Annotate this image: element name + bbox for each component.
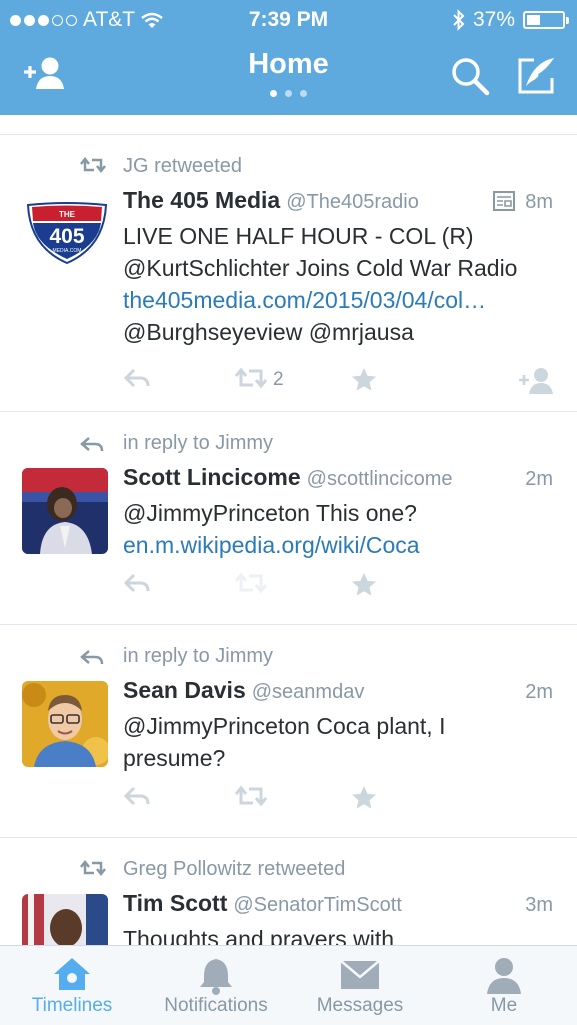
retweet-icon[interactable] xyxy=(234,785,268,807)
bell-icon xyxy=(200,959,232,995)
user-handle[interactable]: @SenatorTimScott xyxy=(233,894,402,916)
reply-icon[interactable] xyxy=(123,572,151,594)
favorite-icon[interactable] xyxy=(351,572,377,597)
tweet-actions xyxy=(123,572,553,602)
header-bar: AT&T 7:39 PM 37% Home xyxy=(0,0,577,115)
tweet-line[interactable]: @Burghseyeview @mrjausa xyxy=(123,316,553,348)
avatar[interactable] xyxy=(22,468,108,554)
retweet-icon[interactable] xyxy=(234,367,268,389)
tab-me[interactable]: Me xyxy=(432,946,576,1025)
display-name[interactable]: Tim Scott xyxy=(123,890,227,916)
reply-context-icon xyxy=(80,437,104,452)
tweet-text: @JimmyPrinceton This one? en.m.wikipedia… xyxy=(123,497,553,561)
user-handle[interactable]: @The405radio xyxy=(286,191,419,213)
follow-icon[interactable] xyxy=(517,367,555,395)
page-indicator xyxy=(270,90,307,97)
bluetooth-icon xyxy=(453,9,465,31)
retweet-context: Greg Pollowitz retweeted xyxy=(123,858,346,880)
tweet-header: Scott Lincicome @scottlincicome xyxy=(123,464,453,491)
tweet-link[interactable]: en.m.wikipedia.org/wiki/Coca xyxy=(123,529,553,561)
tweet-link[interactable]: the405media.com/2015/03/04/col… xyxy=(123,284,553,316)
battery-percent: 37% xyxy=(472,8,515,31)
tweet-actions xyxy=(123,785,553,815)
tab-label: Notifications xyxy=(164,995,268,1016)
display-name[interactable]: Scott Lincicome xyxy=(123,464,301,490)
avatar-main-text: 405 xyxy=(49,225,84,248)
tweet-time: 8m xyxy=(525,191,553,213)
search-icon[interactable] xyxy=(450,56,492,98)
reply-context[interactable]: in reply to Jimmy xyxy=(123,645,273,668)
tweet-time: 2m xyxy=(525,468,553,490)
favorite-icon[interactable] xyxy=(351,785,377,810)
retweet-disabled-icon xyxy=(234,572,268,594)
tweet-row[interactable]: Greg Pollowitz retweeted Tim Scott @Senat… xyxy=(0,837,577,945)
retweet-context: JG retweeted xyxy=(123,155,242,177)
tweet-actions: 2 xyxy=(123,367,553,397)
tweet-header: Sean Davis @seanmdav xyxy=(123,677,364,704)
tweet-row[interactable]: in reply to Jimmy Scott Lincicome @scottl… xyxy=(0,411,577,625)
tweet-time: 2m xyxy=(525,681,553,703)
tweet-line[interactable]: @KurtSchlichter Joins Cold War Radio xyxy=(123,252,553,284)
avatar[interactable] xyxy=(22,681,108,767)
display-name[interactable]: Sean Davis xyxy=(123,677,246,703)
tab-label: Timelines xyxy=(31,995,113,1016)
tweet-row[interactable]: in reply to Jimmy Sean Davis @seanmdav 2m… xyxy=(0,624,577,838)
tab-label: Messages xyxy=(316,995,404,1016)
envelope-icon xyxy=(340,960,380,989)
person-icon xyxy=(487,958,521,994)
tweet-text: @JimmyPrinceton Coca plant, I presume? xyxy=(123,710,553,774)
tweet-row[interactable]: JG retweeted THE 405 MEDIA.COM The 405 M… xyxy=(0,134,577,412)
reply-context-icon xyxy=(80,650,104,665)
avatar-bottom-text: MEDIA.COM xyxy=(53,248,82,254)
favorite-icon[interactable] xyxy=(351,367,377,392)
home-icon xyxy=(54,958,90,990)
avatar-top-text: THE xyxy=(59,210,76,219)
reply-context[interactable]: in reply to Jimmy xyxy=(123,432,273,455)
compose-icon[interactable] xyxy=(516,56,558,96)
status-bar: AT&T 7:39 PM 37% xyxy=(0,0,577,40)
tab-timelines[interactable]: Timelines xyxy=(0,946,144,1025)
retweet-icon xyxy=(80,860,106,876)
retweet-icon xyxy=(80,157,106,173)
tweet-time: 3m xyxy=(525,894,553,916)
retweet-count: 2 xyxy=(273,369,284,390)
display-name[interactable]: The 405 Media xyxy=(123,187,280,213)
tab-notifications[interactable]: Notifications xyxy=(144,946,288,1025)
home-timeline[interactable]: JG retweeted THE 405 MEDIA.COM The 405 M… xyxy=(0,115,577,945)
tweet-text: Thoughts and prayers with xyxy=(123,923,553,945)
tweet-line[interactable]: @JimmyPrinceton Coca plant, I xyxy=(123,710,553,742)
avatar[interactable] xyxy=(22,894,108,945)
tweet-header: The 405 Media @The405radio xyxy=(123,187,419,214)
reply-icon[interactable] xyxy=(123,785,151,807)
tab-bar: Timelines Notifications Messages Me xyxy=(0,945,577,1025)
tab-label: Me xyxy=(490,995,518,1016)
reply-icon[interactable] xyxy=(123,367,151,389)
avatar[interactable]: THE 405 MEDIA.COM xyxy=(22,199,112,269)
tweet-line[interactable]: @JimmyPrinceton This one? xyxy=(123,497,553,529)
tweet-line: presume? xyxy=(123,745,226,771)
user-handle[interactable]: @seanmdav xyxy=(252,681,365,703)
summary-card-icon[interactable] xyxy=(493,191,515,211)
user-handle[interactable]: @scottlincicome xyxy=(307,468,453,490)
tweet-header: Tim Scott @SenatorTimScott xyxy=(123,890,402,917)
tweet-line[interactable]: Thoughts and prayers with xyxy=(123,923,553,945)
tweet-text: LIVE ONE HALF HOUR - COL (R) @KurtSchlic… xyxy=(123,220,553,348)
battery-icon xyxy=(523,11,569,29)
tab-messages[interactable]: Messages xyxy=(288,946,432,1025)
tweet-line: LIVE ONE HALF HOUR - COL (R) xyxy=(123,223,474,249)
